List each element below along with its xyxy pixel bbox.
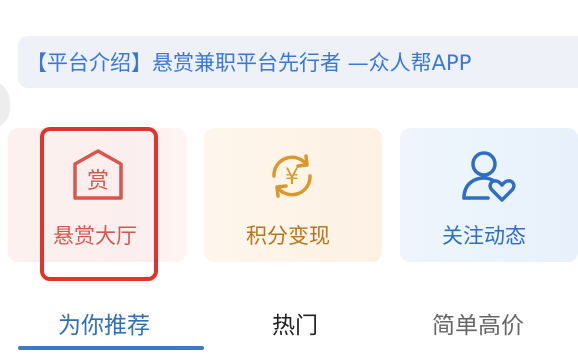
card-points-cashout[interactable]: ¥ 积分变现 <box>204 128 382 262</box>
recommend-tabs: 为你推荐 热门 简单高价 <box>0 296 578 356</box>
card-label: 积分变现 <box>246 224 330 248</box>
edge-scroll-handle <box>0 80 10 130</box>
tab-simple-high-price[interactable]: 简单高价 <box>432 306 524 340</box>
active-tab-indicator <box>18 346 204 350</box>
tab-recommended[interactable]: 为你推荐 <box>58 306 150 340</box>
svg-text:¥: ¥ <box>285 165 299 190</box>
card-label: 关注动态 <box>442 224 526 248</box>
notice-text: 【平台介绍】悬赏兼职平台先行者 —众人帮APP <box>26 51 472 75</box>
tab-hot[interactable]: 热门 <box>272 306 318 340</box>
user-heart-icon <box>462 151 516 202</box>
yen-exchange-icon: ¥ <box>272 154 312 198</box>
highlight-box <box>40 127 158 281</box>
platform-notice-banner[interactable]: 【平台介绍】悬赏兼职平台先行者 —众人帮APP <box>18 36 578 88</box>
card-follow-updates[interactable]: 关注动态 <box>400 128 578 262</box>
